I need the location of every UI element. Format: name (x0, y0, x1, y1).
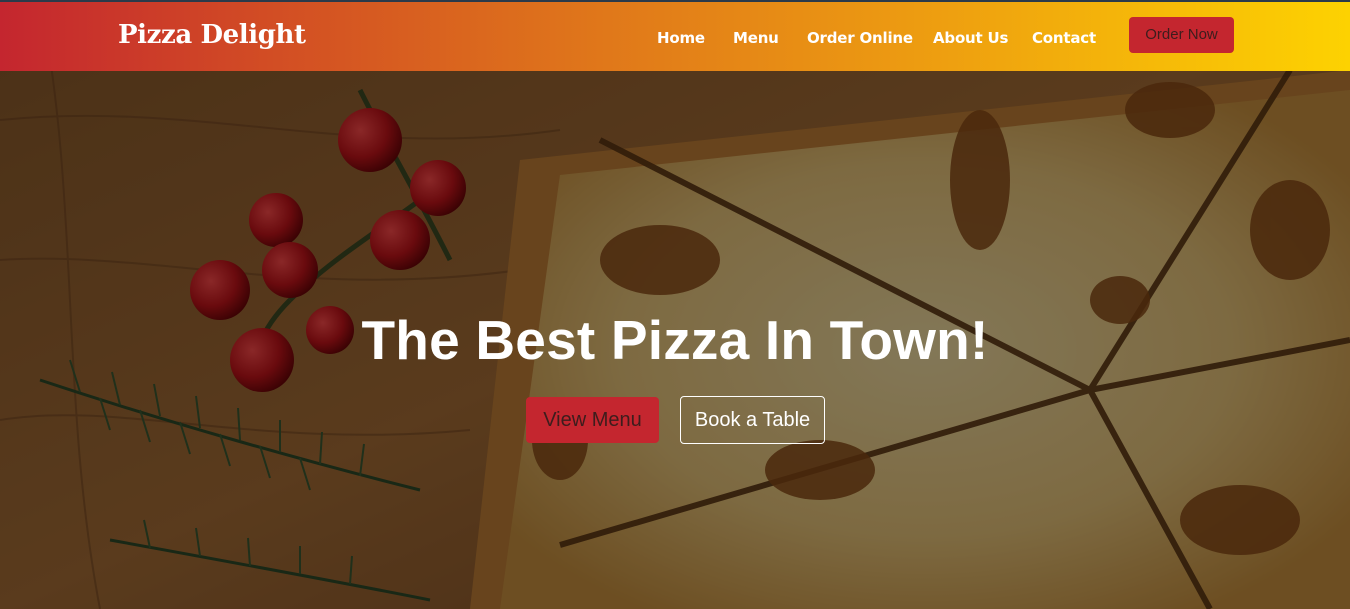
book-table-button[interactable]: Book a Table (680, 396, 825, 444)
nav-link-menu[interactable]: Menu (733, 29, 779, 47)
nav-link-about-us[interactable]: About Us (933, 29, 1008, 47)
hero-title: The Best Pizza In Town! (361, 309, 989, 371)
top-navbar: Pizza Delight Home Menu Order Online Abo… (0, 0, 1350, 71)
nav-link-contact[interactable]: Contact (1032, 29, 1096, 47)
view-menu-button[interactable]: View Menu (526, 397, 659, 443)
hero-dark-overlay (0, 0, 1350, 609)
nav-link-home[interactable]: Home (657, 29, 705, 47)
nav-link-order-online[interactable]: Order Online (807, 29, 913, 47)
order-now-button[interactable]: Order Now (1129, 17, 1234, 53)
hero-section (0, 0, 1350, 609)
